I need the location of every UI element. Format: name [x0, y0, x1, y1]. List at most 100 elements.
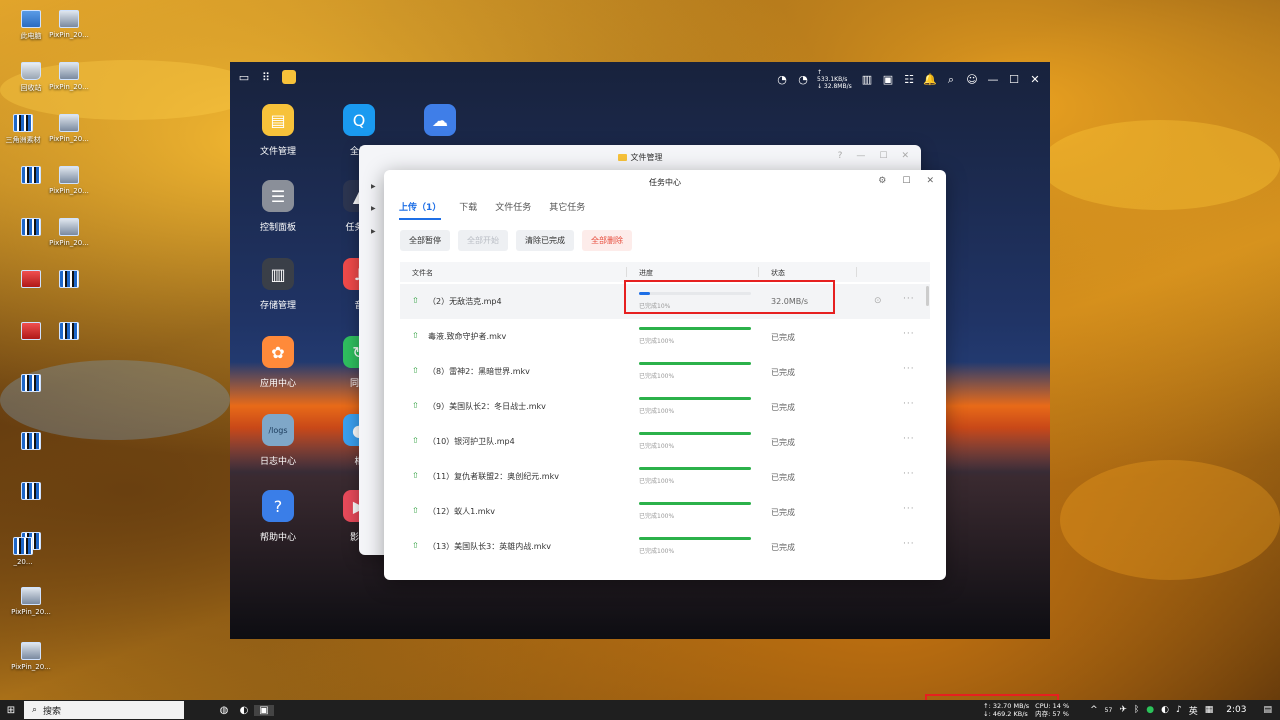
column-header-name[interactable]: 文件名: [412, 268, 433, 278]
desktop-icon-label: PixPin_20...: [49, 239, 89, 247]
more-options-icon[interactable]: ···: [903, 399, 915, 409]
desktop-icon[interactable]: [8, 482, 54, 503]
more-options-icon[interactable]: ···: [903, 539, 915, 549]
file-manager-taskbar-icon[interactable]: [282, 70, 296, 84]
expand-arrow-icon[interactable]: ▶: [371, 183, 376, 190]
search-icon[interactable]: ⌕: [944, 73, 958, 87]
nas-app-2[interactable]: ☁: [410, 104, 470, 144]
cpu-gauge-icon[interactable]: ◔: [775, 73, 789, 86]
more-options-icon[interactable]: ···: [903, 329, 915, 339]
desktop-icon[interactable]: [46, 270, 92, 291]
table-row[interactable]: ⇧ （10）银河护卫队.mp4 已完成100% 已完成 ···: [400, 424, 930, 459]
expand-arrow-icon[interactable]: ▶: [371, 228, 376, 235]
app-tile-icon: ☰: [262, 180, 294, 212]
more-options-icon[interactable]: ···: [903, 469, 915, 479]
show-desktop-icon[interactable]: ▭: [236, 69, 252, 85]
more-options-icon[interactable]: ···: [903, 504, 915, 514]
tray-badge[interactable]: 57: [1105, 707, 1113, 714]
app-label: 控制面板: [259, 223, 296, 233]
desktop-icon[interactable]: PixPin_20...: [8, 642, 54, 671]
table-row[interactable]: ⇧ （13）美国队长3：英雄内战.mkv 已完成100% 已完成 ···: [400, 529, 930, 564]
more-options-icon[interactable]: ···: [903, 294, 915, 304]
tray-expand-icon[interactable]: ^: [1090, 705, 1098, 715]
desktop-icon[interactable]: _20...: [0, 537, 46, 566]
nas-app-5[interactable]: ▥ 存储管理: [248, 258, 308, 311]
close-icon[interactable]: ✕: [926, 176, 934, 186]
clock-time[interactable]: 2:03: [1226, 705, 1246, 715]
nas-app-11[interactable]: ? 帮助中心: [248, 490, 308, 543]
maximize-icon[interactable]: ☐: [879, 151, 887, 161]
keyboard-icon[interactable]: ▦: [1205, 705, 1214, 715]
start-all-button[interactable]: 全部开始: [458, 230, 508, 251]
desktop-icon[interactable]: PixPin_20...: [46, 166, 92, 195]
desktop-icon[interactable]: [8, 432, 54, 453]
tab-download[interactable]: 下载: [459, 200, 477, 220]
nas-app-3[interactable]: ☰ 控制面板: [248, 180, 308, 233]
progress-bar: [639, 467, 751, 470]
tab-other-tasks[interactable]: 其它任务: [549, 200, 585, 220]
widgets-icon[interactable]: ▥: [860, 73, 874, 86]
desktop-icon[interactable]: [46, 322, 92, 343]
desktop-icon[interactable]: PixPin_20...: [46, 218, 92, 247]
nas-app-9[interactable]: /logs 日志中心: [248, 414, 308, 467]
wechat-icon[interactable]: ●: [1146, 705, 1154, 715]
bluetooth-icon[interactable]: ᛒ: [1134, 705, 1139, 715]
minimize-icon[interactable]: —: [856, 151, 865, 161]
tab-upload[interactable]: 上传（1）: [399, 200, 442, 220]
table-row[interactable]: ⇧ 毒液.致命守护者.mkv 已完成100% 已完成 ···: [400, 319, 930, 354]
user-icon[interactable]: ☺: [965, 73, 979, 86]
desktop-icon[interactable]: PixPin_20...: [46, 10, 92, 39]
notification-icon[interactable]: ▤: [1263, 705, 1272, 715]
minimize-icon[interactable]: —: [986, 73, 1000, 86]
nas-app-7[interactable]: ✿ 应用中心: [248, 336, 308, 389]
desktop-icon[interactable]: [8, 374, 54, 395]
more-options-icon[interactable]: ···: [903, 364, 915, 374]
ime-indicator[interactable]: 英: [1189, 704, 1198, 717]
nas-app-0[interactable]: ▤ 文件管理: [248, 104, 308, 157]
delete-all-button[interactable]: 全部删除: [582, 230, 632, 251]
column-header-status[interactable]: 状态: [771, 268, 785, 278]
notification-bell-icon[interactable]: 🔔: [923, 73, 937, 86]
edge-icon[interactable]: ◐: [234, 705, 254, 716]
help-icon[interactable]: ?: [838, 151, 843, 161]
volume-icon[interactable]: ♪: [1176, 705, 1182, 715]
start-button-icon[interactable]: ⊞: [0, 705, 22, 716]
active-window-icon[interactable]: ▣: [254, 704, 274, 716]
desktop-icon[interactable]: PixPin_20...: [8, 587, 54, 616]
net-down-text: ↓: 469.2 KB/s: [983, 710, 1028, 718]
folder-icon: [617, 153, 627, 161]
file-icon: [21, 482, 41, 500]
tray-app-icon[interactable]: ◐: [1161, 705, 1169, 715]
table-scrollbar[interactable]: [926, 286, 929, 306]
maximize-icon[interactable]: ☐: [902, 176, 910, 186]
more-options-icon[interactable]: ···: [903, 434, 915, 444]
expand-arrow-icon[interactable]: ▶: [371, 205, 376, 212]
column-header-progress[interactable]: 进度: [639, 268, 653, 278]
table-row[interactable]: ⇧ （12）蚁人1.mkv 已完成100% 已完成 ···: [400, 494, 930, 529]
upload-file-icon: ⇧: [412, 296, 419, 305]
table-row[interactable]: ⇧ （9）美国队长2：冬日战士.mkv 已完成100% 已完成 ···: [400, 389, 930, 424]
desktop-icon[interactable]: 三角洲素材: [0, 114, 46, 145]
pause-icon[interactable]: ⊙: [874, 296, 882, 306]
tab-file-tasks[interactable]: 文件任务: [495, 200, 531, 220]
ram-gauge-icon[interactable]: ◔: [796, 73, 810, 86]
airplane-icon[interactable]: ✈: [1119, 705, 1127, 715]
pause-all-button[interactable]: 全部暂停: [400, 230, 450, 251]
settings-gear-icon[interactable]: ⚙: [878, 176, 886, 186]
clear-completed-button[interactable]: 清除已完成: [516, 230, 574, 251]
speed-down-text: ↓ 32.8MB/s: [817, 83, 852, 90]
maximize-icon[interactable]: ☐: [1007, 73, 1021, 86]
taskbar-search-box[interactable]: ⌕ 搜索: [24, 701, 184, 719]
close-icon[interactable]: ✕: [1028, 73, 1042, 86]
table-row[interactable]: ⇧ （11）复仇者联盟2：奥创纪元.mkv 已完成100% 已完成 ···: [400, 459, 930, 494]
app-grid-icon[interactable]: ⠿: [258, 69, 274, 85]
desktop-icon[interactable]: PixPin_20...: [46, 114, 92, 143]
mem-text: 内存: 57 %: [1035, 710, 1069, 718]
chrome-icon[interactable]: ◍: [214, 705, 234, 716]
close-icon[interactable]: ✕: [901, 151, 909, 161]
task-center-window[interactable]: 任务中心 ⚙ ☐ ✕ 上传（1） 下载 文件任务 其它任务 全部暂停 全部开始 …: [384, 170, 946, 580]
list-icon[interactable]: ☷: [902, 73, 916, 86]
monitor-icon[interactable]: ▣: [881, 73, 895, 86]
desktop-icon[interactable]: PixPin_20...: [46, 62, 92, 91]
table-row[interactable]: ⇧ （8）雷神2：黑暗世界.mkv 已完成100% 已完成 ···: [400, 354, 930, 389]
